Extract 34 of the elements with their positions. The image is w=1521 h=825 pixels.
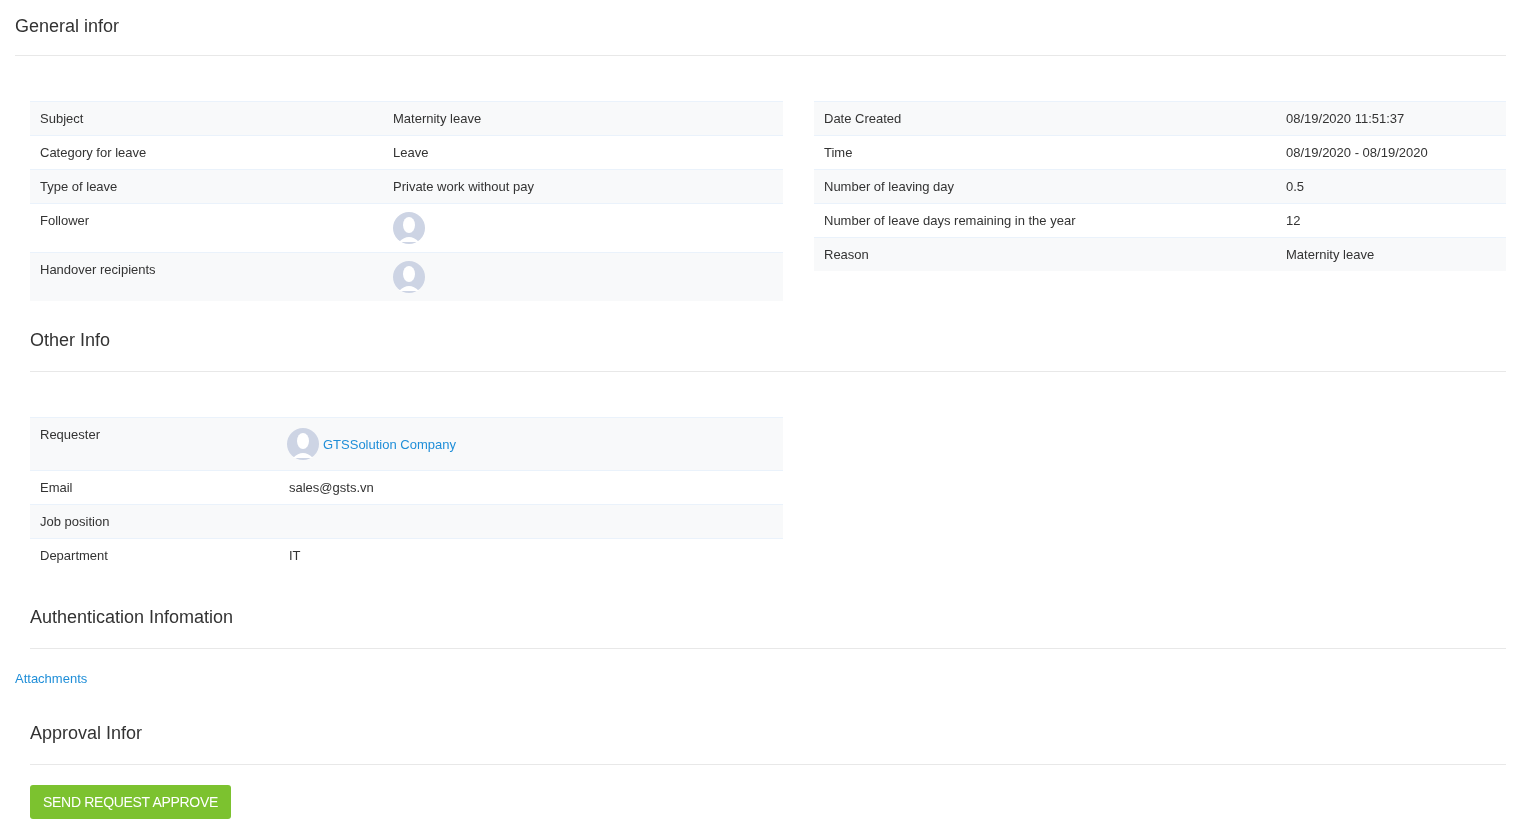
field-label: Date Created bbox=[824, 111, 902, 126]
field-value: Maternity leave bbox=[393, 111, 482, 126]
field-value: 08/19/2020 11:51:37 bbox=[1286, 111, 1405, 126]
field-label: Handover recipients bbox=[40, 262, 156, 277]
field-value: 0.5 bbox=[1286, 179, 1305, 194]
field-value: 12 bbox=[1286, 213, 1301, 228]
field-value: 08/19/2020 - 08/19/2020 bbox=[1286, 145, 1428, 160]
field-label: Job position bbox=[40, 514, 110, 529]
requester-link[interactable]: GTSSolution Company bbox=[323, 437, 456, 451]
avatar-icon bbox=[393, 261, 425, 293]
field-label: Number of leaving day bbox=[824, 179, 955, 194]
field-label: Email bbox=[40, 480, 73, 495]
field-value: IT bbox=[289, 548, 301, 563]
field-label: Type of leave bbox=[40, 179, 118, 194]
attachments-link[interactable]: Attachments bbox=[15, 671, 88, 686]
field-label: Follower bbox=[40, 213, 90, 228]
avatar-icon bbox=[287, 428, 319, 460]
field-label: Number of leave days remaining in the year bbox=[824, 213, 1076, 228]
field-value: Private work without pay bbox=[393, 179, 534, 194]
field-label: Category for leave bbox=[40, 145, 147, 160]
section-title: General infor bbox=[15, 15, 120, 37]
field-label: Time bbox=[824, 145, 853, 160]
field-value: Maternity leave bbox=[1286, 247, 1375, 262]
field-label: Requester bbox=[40, 427, 100, 442]
field-label: Department bbox=[40, 548, 108, 563]
section-title: Other Info bbox=[30, 329, 111, 351]
field-value: sales@gsts.vn bbox=[289, 480, 374, 495]
section-title: Approval Infor bbox=[30, 722, 143, 744]
field-label: Reason bbox=[824, 247, 869, 262]
avatar-icon bbox=[393, 212, 425, 244]
send-request-approve-button[interactable]: SEND REQUEST APPROVE bbox=[30, 785, 232, 819]
field-value: Leave bbox=[393, 145, 429, 160]
section-title: Authentication Infomation bbox=[30, 606, 234, 628]
field-label: Subject bbox=[40, 111, 84, 126]
